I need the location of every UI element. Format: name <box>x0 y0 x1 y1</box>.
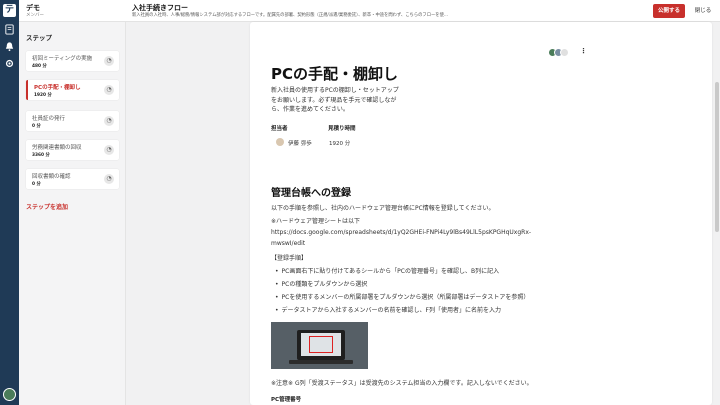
assignee-name[interactable]: 伊藤 弥歩 <box>288 139 312 147</box>
step-time: 480 分 <box>32 64 47 69</box>
paragraph: ※ハードウェア管理シートは以下 <box>271 218 361 225</box>
workspace-role: メンバー <box>26 13 44 18</box>
flow-description: 新入社員の入社時、人事/総務/情報システム部が対応するフローです。配属先の部署、… <box>132 13 448 18</box>
step-card[interactable]: 労務関連書類の回収 3360 分 ◔ <box>26 140 119 160</box>
app-logo[interactable]: テ <box>3 4 16 17</box>
steps-title: ステップ <box>26 34 52 42</box>
sheet-link[interactable]: https://docs.google.com/spreadsheets/d/1… <box>271 229 531 236</box>
scroll-thumb[interactable] <box>715 82 719 232</box>
bell-icon[interactable] <box>4 41 15 52</box>
step-time: 1920 分 <box>34 93 52 98</box>
top-bar: デモ メンバー 入社手続きフロー 新入社員の入社時、人事/総務/情報システム部が… <box>19 0 720 22</box>
laptop-photo <box>271 322 368 369</box>
collaborator-avatars[interactable] <box>548 48 578 58</box>
assignee-label: 担当者 <box>271 126 288 132</box>
progress-icon: ◔ <box>104 85 114 95</box>
step-name: PCの手配・棚卸し <box>34 85 81 91</box>
laptop-base <box>289 360 353 364</box>
avatar <box>560 48 569 57</box>
step-card[interactable]: 社員証の発行 0 分 ◔ <box>26 111 119 131</box>
document-icon[interactable] <box>4 24 15 35</box>
step-time: 0 分 <box>32 182 41 187</box>
gear-icon[interactable] <box>4 58 15 69</box>
progress-icon: ◔ <box>104 116 114 126</box>
step-card[interactable]: 回収書類の確認 0 分 ◔ <box>26 169 119 189</box>
sheet-link-cont[interactable]: mwswI/edit <box>271 240 305 247</box>
app-rail: テ <box>0 0 19 405</box>
note-text: ※注意※ G列「受渡ステータス」は受渡先のシステム担当の入力欄です。記入しないで… <box>271 380 533 387</box>
estimate-label: 見積り時間 <box>328 126 356 132</box>
progress-icon: ◔ <box>104 145 114 155</box>
list-item: PCの種類をプルダウンから選択 <box>275 279 368 288</box>
step-time: 0 分 <box>32 124 41 129</box>
close-button[interactable]: 閉じる <box>692 4 714 18</box>
step-name: 初回ミーティングの実施 <box>32 56 93 62</box>
progress-icon: ◔ <box>104 56 114 66</box>
paragraph: 【登録手順】 <box>271 255 308 262</box>
step-name: 労務関連書類の回収 <box>32 145 82 151</box>
list-item: データストアから入社するメンバーの名前を確認し、F列「使用者」に名前を入力 <box>275 305 501 314</box>
step-lead: 新入社員の使用するPCの棚卸し・セットアップをお願いします。必ず現品を手元で確認… <box>271 87 399 113</box>
section-title: 管理台帳への登録 <box>271 188 351 199</box>
assignee-avatar <box>276 138 284 146</box>
step-time: 3360 分 <box>32 153 50 158</box>
list-item: PCを使用するメンバーの所属部署をプルダウンから選択（所属部署はデータストアを参… <box>275 292 530 301</box>
step-card-active[interactable]: PCの手配・棚卸し 1920 分 ◔ <box>26 80 119 100</box>
user-avatar[interactable] <box>3 388 16 401</box>
paragraph: 以下の手順を参照し、社内のハードウェア管理台帳にPC情報を登録してください。 <box>271 205 495 212</box>
publish-button[interactable]: 公開する <box>653 4 685 18</box>
page-title: PCの手配・棚卸し <box>271 65 399 83</box>
progress-icon: ◔ <box>104 174 114 184</box>
more-vertical-icon[interactable]: ⋮ <box>580 47 587 55</box>
step-card[interactable]: 初回ミーティングの実施 480 分 ◔ <box>26 51 119 71</box>
step-name: 社員証の発行 <box>32 116 66 122</box>
highlight-box <box>309 336 333 353</box>
step-name: 回収書類の確認 <box>32 174 71 180</box>
estimate-value: 1920 分 <box>329 141 351 147</box>
field-label: PC管理番号 <box>271 397 302 403</box>
scrollbar[interactable] <box>714 22 720 405</box>
list-item: PC画面右下に貼り付けてあるシールから「PCの管理番号」を確認し、B列に記入 <box>275 266 500 275</box>
add-step-link[interactable]: ステップを追加 <box>26 202 68 211</box>
steps-sidebar: ステップ 初回ミーティングの実施 480 分 ◔ PCの手配・棚卸し 1920 … <box>19 22 126 405</box>
